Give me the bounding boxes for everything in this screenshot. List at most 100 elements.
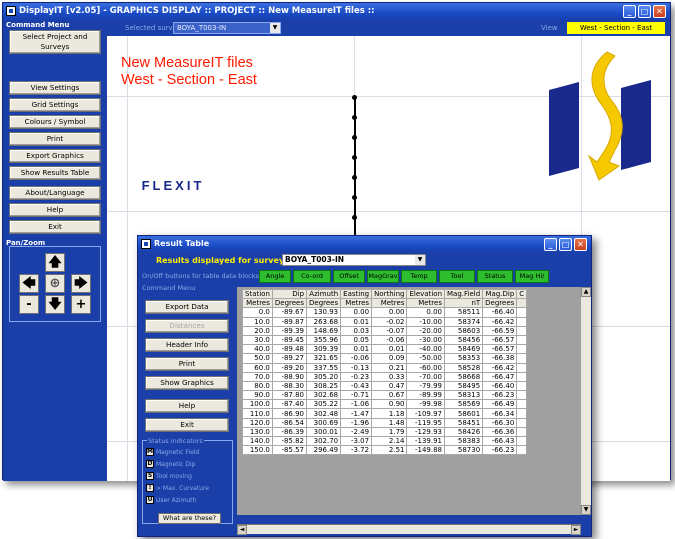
- export-data-button[interactable]: Export Data: [145, 300, 229, 314]
- table-cell: 20.0: [242, 325, 273, 336]
- toggle-maghi[interactable]: Mag Hi/: [515, 270, 549, 283]
- print-button[interactable]: Print: [9, 132, 101, 146]
- pan-up-icon[interactable]: 🡅: [45, 253, 65, 272]
- toggle-maggrav[interactable]: MagGrav: [367, 270, 399, 283]
- table-cell: 263.68: [306, 316, 342, 327]
- exit-button[interactable]: Exit: [9, 220, 101, 234]
- close-button[interactable]: ✕: [653, 5, 666, 18]
- status-indicator-row: S Tool moving: [146, 472, 192, 481]
- vertical-scrollbar[interactable]: ▲ ▼: [581, 287, 591, 515]
- table-row[interactable]: 60.0 -89.20 337.55 -0.13 0.21 -60.00 58528 -66.…: [242, 362, 528, 373]
- table-row[interactable]: 120.0 -86.54 300.69 -1.96 1.48 -119.95 58451 -6…: [242, 417, 528, 428]
- result-maximize-button[interactable]: □: [559, 238, 572, 251]
- magnetic-dip-icon: D: [146, 460, 154, 468]
- table-row[interactable]: 150.0 -85.57 296.49 -3.72 2.51 -149.88 58730 -6…: [242, 445, 528, 456]
- table-cell: [516, 362, 528, 373]
- col-header-magdip: Mag.Dip: [482, 288, 518, 300]
- table-cell: 0.90: [371, 399, 408, 410]
- show-results-table-button[interactable]: Show Results Table: [9, 166, 101, 180]
- table-cell: -66.38: [482, 353, 518, 364]
- export-graphics-button[interactable]: Export Graphics: [9, 149, 101, 163]
- table-row[interactable]: 80.0 -88.30 308.25 -0.43 0.47 -79.99 58495 -66.…: [242, 380, 528, 392]
- result-minimize-button[interactable]: _: [544, 238, 557, 251]
- max-curvature-icon: !: [146, 484, 154, 492]
- table-row[interactable]: 30.0 -89.45 355.96 0.05 -0.06 -30.00 58456 -66.…: [242, 334, 528, 346]
- result-exit-button[interactable]: Exit: [145, 418, 229, 432]
- table-cell: 0.0: [242, 307, 273, 318]
- tool-moving-icon: S: [146, 472, 154, 480]
- zoom-in-button[interactable]: +: [71, 295, 91, 314]
- chevron-down-icon[interactable]: ▼: [415, 255, 425, 265]
- table-cell: -85.82: [271, 435, 308, 447]
- toggle-angle[interactable]: Angle: [259, 270, 291, 283]
- view-value-badge[interactable]: West - Section - East: [567, 22, 665, 34]
- table-row[interactable]: 70.0 -88.90 305.20 -0.23 0.33 -70.00 58668 -66.…: [242, 371, 528, 382]
- table-row[interactable]: 40.0 -89.48 309.39 0.01 0.01 -40.00 58469 -66.5…: [242, 344, 528, 355]
- table-row[interactable]: 90.0 -87.80 302.68 -0.71 0.67 -89.99 58313 -66.…: [242, 390, 528, 401]
- maximize-button[interactable]: □: [638, 5, 651, 18]
- pan-down-icon[interactable]: 🡇: [45, 295, 65, 314]
- result-titlebar[interactable]: Result Table _ □ ✕: [138, 236, 591, 252]
- pan-center-icon[interactable]: ⊕: [45, 274, 65, 293]
- table-cell: [516, 435, 528, 447]
- result-survey-select[interactable]: BOYA_T003-IN ▼: [282, 254, 426, 266]
- table-cell: 58426: [443, 426, 484, 438]
- help-button[interactable]: Help: [9, 203, 101, 217]
- table-row[interactable]: 0.0 -89.67 130.93 0.00 0.00 0.00 58511 -66.40: [242, 307, 528, 318]
- select-project-button[interactable]: Select Project and Surveys: [9, 30, 101, 54]
- table-cell: [516, 325, 528, 336]
- table-cell: 0.00: [340, 307, 373, 318]
- command-menu-label: Command Menu: [6, 21, 70, 29]
- table-cell: [516, 380, 528, 392]
- toggle-coord[interactable]: Co-ord: [293, 270, 331, 283]
- table-cell: -1.06: [340, 399, 373, 410]
- table-cell: 58569: [443, 399, 484, 410]
- minimize-button[interactable]: _: [623, 5, 636, 18]
- table-cell: [516, 426, 528, 438]
- pan-right-icon[interactable]: 🡆: [71, 274, 91, 293]
- col-header-extra: C: [516, 288, 528, 300]
- table-cell: [516, 445, 528, 456]
- table-row[interactable]: 50.0 -89.27 321.65 -0.06 0.09 -50.00 58353 -66.…: [242, 353, 528, 364]
- toggle-status[interactable]: Status: [477, 270, 513, 283]
- results-displayed-label: Results displayed for survey: [156, 256, 285, 265]
- what-are-these-button[interactable]: What are these?: [158, 513, 221, 524]
- zoom-out-button[interactable]: -: [19, 295, 39, 314]
- unit-magfield: nT: [443, 298, 484, 309]
- table-cell: -66.23: [482, 445, 518, 456]
- result-header: Results displayed for survey BOYA_T003-I…: [138, 252, 591, 287]
- grid-settings-button[interactable]: Grid Settings: [9, 98, 101, 112]
- toggle-tool[interactable]: Tool: [439, 270, 475, 283]
- toggle-temp[interactable]: Temp: [401, 270, 437, 283]
- result-help-button[interactable]: Help: [145, 399, 229, 413]
- scroll-right-icon[interactable]: ►: [571, 525, 581, 535]
- toggle-offset[interactable]: Offset: [333, 270, 365, 283]
- scroll-left-icon[interactable]: ◄: [237, 525, 247, 535]
- show-graphics-button[interactable]: Show Graphics: [145, 376, 229, 390]
- scroll-down-icon[interactable]: ▼: [581, 505, 591, 515]
- main-titlebar[interactable]: DisplayIT [v2.05] - GRAPHICS DISPLAY :: …: [3, 3, 670, 20]
- result-close-button[interactable]: ✕: [574, 238, 587, 251]
- table-row[interactable]: 20.0 -89.39 148.69 0.03 -0.07 -20.00 58603 -66.…: [242, 325, 528, 336]
- table-row[interactable]: 10.0 -89.87 263.68 0.01 -0.02 -10.00 58374 -66.…: [242, 316, 528, 327]
- table-cell: -88.30: [271, 380, 308, 392]
- scroll-up-icon[interactable]: ▲: [581, 287, 591, 297]
- table-cell: 58353: [443, 353, 484, 364]
- colours-symbol-button[interactable]: Colours / Symbol: [9, 115, 101, 129]
- distances-button[interactable]: Distances: [145, 319, 229, 333]
- about-language-button[interactable]: About/Language: [9, 186, 101, 200]
- result-print-button[interactable]: Print: [145, 357, 229, 371]
- view-settings-button[interactable]: View Settings: [9, 81, 101, 95]
- header-info-button[interactable]: Header Info: [145, 338, 229, 352]
- table-row[interactable]: 100.0 -87.40 305.22 -1.06 0.90 -99.98 58569 -66…: [242, 399, 528, 410]
- horizontal-scrollbar[interactable]: ◄ ►: [237, 524, 581, 535]
- table-cell: [516, 316, 528, 327]
- chevron-down-icon[interactable]: ▼: [270, 23, 280, 33]
- table-cell: -66.40: [482, 307, 518, 318]
- unit-dip: Degrees: [271, 298, 308, 309]
- pan-left-icon[interactable]: 🡄: [19, 274, 39, 293]
- survey-select[interactable]: BOYA_T003-IN ▼: [173, 22, 281, 34]
- table-row[interactable]: 130.0 -86.39 300.01 -2.49 1.79 -129.93 58426 -6…: [242, 426, 528, 438]
- table-row[interactable]: 140.0 -85.82 302.70 -3.07 2.14 -139.91 58383 -6…: [242, 435, 528, 447]
- table-row[interactable]: 110.0 -86.90 302.48 -1.47 1.18 -109.97 58601 -6…: [242, 408, 528, 419]
